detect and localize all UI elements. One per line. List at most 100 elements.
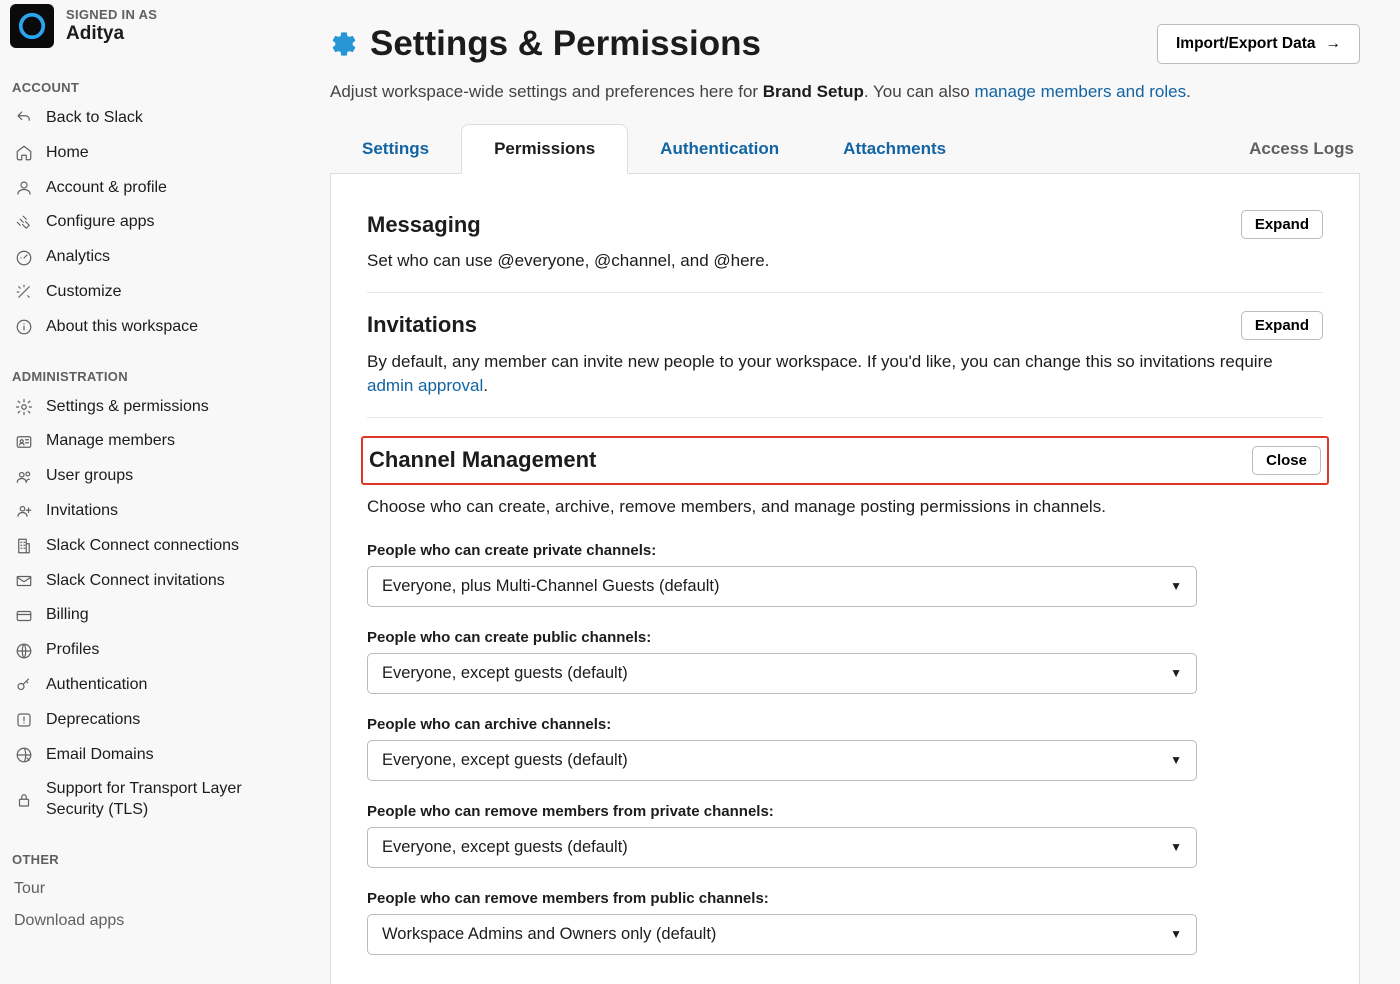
channel-field: People who can remove members from priva… <box>367 803 1323 868</box>
sidebar-item-label: Manage members <box>46 431 175 452</box>
select-value: Workspace Admins and Owners only (defaul… <box>382 925 716 944</box>
sidebar-item-settings-permissions[interactable]: Settings & permissions <box>10 390 290 425</box>
select-value: Everyone, except guests (default) <box>382 751 628 770</box>
arrow-back-icon <box>14 108 34 128</box>
sidebar-item-invitations[interactable]: Invitations <box>10 494 290 529</box>
globe-icon <box>14 641 34 661</box>
header-row: Settings & Permissions Import/Export Dat… <box>330 24 1360 64</box>
channel-title: Channel Management <box>369 447 596 473</box>
sidebar-item-customize[interactable]: Customize <box>10 275 290 310</box>
sidebar-item-label: Analytics <box>46 247 110 268</box>
sidebar-item-back-to-slack[interactable]: Back to Slack <box>10 101 290 136</box>
sidebar-item-about-workspace[interactable]: About this workspace <box>10 310 290 345</box>
sidebar-item-manage-members[interactable]: Manage members <box>10 424 290 459</box>
sidebar-item-account-profile[interactable]: Account & profile <box>10 171 290 206</box>
sidebar-item-profiles[interactable]: Profiles <box>10 633 290 668</box>
sidebar-item-authentication[interactable]: Authentication <box>10 668 290 703</box>
invitations-desc-pre: By default, any member can invite new pe… <box>367 352 1273 371</box>
sidebar-item-label: Deprecations <box>46 710 140 731</box>
envelope-icon <box>14 571 34 591</box>
subtitle-mid: . You can also <box>864 82 975 101</box>
gear-icon <box>14 397 34 417</box>
tab-permissions[interactable]: Permissions <box>461 124 628 174</box>
info-icon <box>14 317 34 337</box>
admin-approval-link[interactable]: admin approval <box>367 376 483 395</box>
tabs: Settings Permissions Authentication Atta… <box>330 124 1360 174</box>
channel-field-select[interactable]: Everyone, except guests (default)▼ <box>367 827 1197 868</box>
sidebar-item-user-groups[interactable]: User groups <box>10 459 290 494</box>
arrow-right-icon: → <box>1326 35 1342 53</box>
lock-icon <box>14 790 34 810</box>
permissions-panel: Messaging Expand Set who can use @everyo… <box>330 174 1360 984</box>
plug-icon <box>14 213 34 233</box>
sidebar-item-label: Slack Connect connections <box>46 536 239 557</box>
user-plus-icon <box>14 501 34 521</box>
sidebar-item-tour[interactable]: Tour <box>10 873 290 905</box>
channel-field-select[interactable]: Everyone, except guests (default)▼ <box>367 740 1197 781</box>
channel-desc: Choose who can create, archive, remove m… <box>367 495 1323 520</box>
tab-settings[interactable]: Settings <box>330 125 461 173</box>
home-icon <box>14 143 34 163</box>
tab-attachments[interactable]: Attachments <box>811 125 978 173</box>
profile-block: SIGNED IN AS Aditya <box>10 0 290 56</box>
sidebar-item-label: Home <box>46 143 89 164</box>
channel-field-select[interactable]: Everyone, except guests (default)▼ <box>367 653 1197 694</box>
channel-field-label: People who can create private channels: <box>367 542 1323 559</box>
section-messaging: Messaging Expand Set who can use @everyo… <box>367 204 1323 292</box>
channel-field: People who can create private channels: E… <box>367 542 1323 607</box>
sidebar-item-slack-connect-connections[interactable]: Slack Connect connections <box>10 529 290 564</box>
sidebar-item-label: Settings & permissions <box>46 397 209 418</box>
sidebar-item-download-apps[interactable]: Download apps <box>10 905 290 937</box>
sidebar-item-label: About this workspace <box>46 317 198 338</box>
channel-field-label: People who can archive channels: <box>367 716 1323 733</box>
import-export-button[interactable]: Import/Export Data → <box>1157 24 1360 64</box>
invitations-expand-button[interactable]: Expand <box>1241 311 1323 340</box>
channel-field-label: People who can remove members from publi… <box>367 890 1323 907</box>
sidebar-item-label: Billing <box>46 605 89 626</box>
select-value: Everyone, except guests (default) <box>382 838 628 857</box>
tab-authentication[interactable]: Authentication <box>628 125 811 173</box>
users-icon <box>14 467 34 487</box>
globe-email-icon <box>14 745 34 765</box>
sidebar-item-home[interactable]: Home <box>10 136 290 171</box>
channel-field: People who can create public channels:Ev… <box>367 629 1323 694</box>
sidebar-item-label: Invitations <box>46 501 118 522</box>
channel-field-select[interactable]: Everyone, plus Multi-Channel Guests (def… <box>367 566 1197 607</box>
messaging-title: Messaging <box>367 212 481 238</box>
messaging-desc: Set who can use @everyone, @channel, and… <box>367 249 1323 274</box>
section-label-other: OTHER <box>10 828 290 873</box>
sidebar-item-billing[interactable]: Billing <box>10 598 290 633</box>
messaging-expand-button[interactable]: Expand <box>1241 210 1323 239</box>
section-label-admin: ADMINISTRATION <box>10 345 290 390</box>
sidebar-item-configure-apps[interactable]: Configure apps <box>10 205 290 240</box>
sidebar-item-analytics[interactable]: Analytics <box>10 240 290 275</box>
manage-members-link[interactable]: manage members and roles <box>974 82 1186 101</box>
signed-in-label: SIGNED IN AS <box>66 7 157 22</box>
page-subtitle: Adjust workspace-wide settings and prefe… <box>330 82 1360 102</box>
sidebar-item-slack-connect-invitations[interactable]: Slack Connect invitations <box>10 564 290 599</box>
sidebar-item-email-domains[interactable]: Email Domains <box>10 738 290 773</box>
select-value: Everyone, plus Multi-Channel Guests (def… <box>382 577 720 596</box>
main-content: Settings & Permissions Import/Export Dat… <box>290 0 1400 984</box>
invitations-desc: By default, any member can invite new pe… <box>367 350 1323 399</box>
sidebar-item-label: Support for Transport Layer Security (TL… <box>46 779 286 821</box>
channel-field-label: People who can remove members from priva… <box>367 803 1323 820</box>
key-icon <box>14 675 34 695</box>
channel-field: People who can remove members from publi… <box>367 890 1323 955</box>
sidebar-item-label: Back to Slack <box>46 108 143 129</box>
sidebar-item-label: Account & profile <box>46 178 167 199</box>
channel-management-highlight: Channel Management Close <box>361 436 1329 485</box>
wand-icon <box>14 282 34 302</box>
sidebar-item-tls[interactable]: Support for Transport Layer Security (TL… <box>10 772 290 828</box>
chevron-down-icon: ▼ <box>1170 579 1182 593</box>
workspace-name: Brand Setup <box>763 82 864 101</box>
channel-field-select[interactable]: Workspace Admins and Owners only (defaul… <box>367 914 1197 955</box>
sidebar-item-label: Customize <box>46 282 122 303</box>
chevron-down-icon: ▼ <box>1170 666 1182 680</box>
subtitle-end: . <box>1186 82 1191 101</box>
channel-close-button[interactable]: Close <box>1252 446 1321 475</box>
section-label-account: ACCOUNT <box>10 56 290 101</box>
tab-access-logs[interactable]: Access Logs <box>1243 125 1360 173</box>
card-icon <box>14 606 34 626</box>
sidebar-item-deprecations[interactable]: Deprecations <box>10 703 290 738</box>
